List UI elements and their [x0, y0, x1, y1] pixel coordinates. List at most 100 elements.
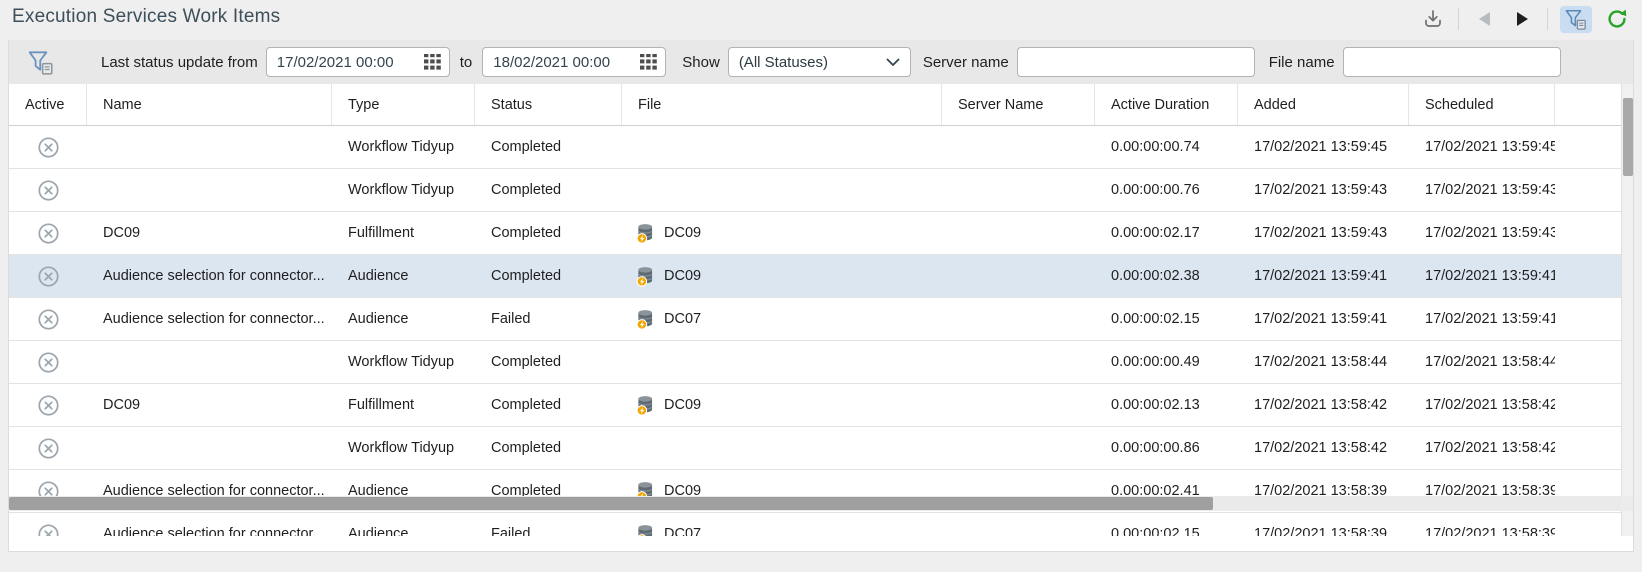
next-page-icon[interactable]: [1509, 6, 1535, 32]
table-row[interactable]: Workflow Tidyup Completed 0.00:00:00.86 …: [9, 427, 1623, 470]
cancel-work-item-icon[interactable]: [37, 351, 60, 374]
file-name-text: DC09: [664, 225, 701, 241]
table-row[interactable]: Audience selection for connector... Audi…: [9, 513, 1623, 536]
column-header-type[interactable]: Type: [332, 84, 475, 125]
refresh-icon[interactable]: [1604, 6, 1630, 32]
active-duration-cell: 0.00:00:00.74: [1095, 126, 1238, 168]
column-header-file[interactable]: File: [622, 84, 942, 125]
active-duration-cell: 0.00:00:02.38: [1095, 255, 1238, 297]
table-row[interactable]: Workflow Tidyup Completed 0.00:00:00.76 …: [9, 169, 1623, 212]
chevron-down-icon: [886, 58, 900, 67]
type-cell: Audience: [332, 298, 475, 340]
table-body: Workflow Tidyup Completed 0.00:00:00.74 …: [9, 126, 1623, 536]
filter-bar: Last status update from 17/02/2021 00:00…: [9, 40, 1633, 84]
table-row[interactable]: Workflow Tidyup Completed 0.00:00:00.49 …: [9, 341, 1623, 384]
file-cell: DC09: [622, 255, 942, 297]
row-filler: [1555, 255, 1623, 297]
scheduled-cell: 17/02/2021 13:58:44: [1409, 341, 1555, 383]
active-duration-cell: 0.00:00:00.86: [1095, 427, 1238, 469]
column-header-scheduled[interactable]: Scheduled: [1409, 84, 1555, 125]
datasource-file-icon: [636, 223, 655, 244]
active-duration-cell: 0.00:00:00.49: [1095, 341, 1238, 383]
file-name-text: DC09: [664, 268, 701, 284]
name-cell: [87, 427, 332, 469]
scheduled-cell: 17/02/2021 13:58:42: [1409, 427, 1555, 469]
datasource-file-icon: [636, 309, 655, 330]
table-header: Active Name Type Status File Server Name…: [9, 84, 1623, 126]
active-cell: [9, 126, 87, 168]
file-name-text: DC09: [664, 397, 701, 413]
name-cell: DC09: [87, 212, 332, 254]
toolbar-divider: [1547, 8, 1548, 30]
cancel-work-item-icon[interactable]: [37, 394, 60, 417]
vertical-scrollbar-thumb[interactable]: [1623, 98, 1633, 176]
file-cell: [622, 126, 942, 168]
added-cell: 17/02/2021 13:58:39: [1238, 513, 1409, 536]
column-header-active-duration[interactable]: Active Duration: [1095, 84, 1238, 125]
active-cell: [9, 341, 87, 383]
datasource-file-icon: [636, 395, 655, 416]
file-name-text: DC07: [664, 526, 701, 536]
filter-toggle-button[interactable]: [1560, 6, 1592, 33]
file-cell: [622, 169, 942, 211]
date-from-input[interactable]: 17/02/2021 00:00: [266, 47, 450, 77]
active-duration-cell: 0.00:00:00.76: [1095, 169, 1238, 211]
status-select[interactable]: (All Statuses): [728, 47, 911, 77]
to-label: to: [460, 54, 473, 71]
active-cell: [9, 513, 87, 536]
table-row[interactable]: DC09 Fulfillment Completed DC09 0.00:00:…: [9, 212, 1623, 255]
horizontal-scrollbar-thumb[interactable]: [9, 497, 1213, 510]
added-cell: 17/02/2021 13:58:44: [1238, 341, 1409, 383]
active-duration-cell: 0.00:00:02.17: [1095, 212, 1238, 254]
column-header-server-name[interactable]: Server Name: [942, 84, 1095, 125]
left-triangle-icon: [1479, 12, 1490, 26]
table-row[interactable]: Workflow Tidyup Completed 0.00:00:00.74 …: [9, 126, 1623, 169]
file-cell: [622, 427, 942, 469]
cancel-work-item-icon[interactable]: [37, 523, 60, 537]
cancel-work-item-icon[interactable]: [37, 437, 60, 460]
cancel-work-item-icon[interactable]: [37, 308, 60, 331]
row-filler: [1555, 427, 1623, 469]
active-cell: [9, 255, 87, 297]
cancel-work-item-icon[interactable]: [37, 136, 60, 159]
previous-page-icon[interactable]: [1471, 6, 1497, 32]
table-row[interactable]: Audience selection for connector... Audi…: [9, 255, 1623, 298]
file-cell: DC09: [622, 212, 942, 254]
added-cell: 17/02/2021 13:59:45: [1238, 126, 1409, 168]
table-row[interactable]: DC09 Fulfillment Completed DC09 0.00:00:…: [9, 384, 1623, 427]
file-cell: DC07: [622, 298, 942, 340]
active-duration-cell: 0.00:00:02.15: [1095, 513, 1238, 536]
active-duration-cell: 0.00:00:02.13: [1095, 384, 1238, 426]
date-to-input[interactable]: 18/02/2021 00:00: [482, 47, 666, 77]
horizontal-scrollbar[interactable]: [9, 496, 1623, 511]
cancel-work-item-icon[interactable]: [37, 265, 60, 288]
file-cell: DC09: [622, 384, 942, 426]
name-cell: [87, 341, 332, 383]
column-header-active[interactable]: Active: [9, 84, 87, 125]
column-header-status[interactable]: Status: [475, 84, 622, 125]
calendar-picker-icon[interactable]: [640, 54, 657, 70]
column-header-name[interactable]: Name: [87, 84, 332, 125]
type-cell: Workflow Tidyup: [332, 341, 475, 383]
vertical-scrollbar[interactable]: [1621, 84, 1633, 536]
server-name-cell: [942, 341, 1095, 383]
calendar-picker-icon[interactable]: [424, 54, 441, 70]
cancel-work-item-icon[interactable]: [37, 179, 60, 202]
server-name-input[interactable]: [1017, 47, 1255, 77]
date-from-value: 17/02/2021 00:00: [277, 54, 394, 71]
table-row[interactable]: Audience selection for connector... Audi…: [9, 298, 1623, 341]
row-filler: [1555, 513, 1623, 536]
cancel-work-item-icon[interactable]: [37, 222, 60, 245]
active-cell: [9, 212, 87, 254]
file-name-input[interactable]: [1343, 47, 1561, 77]
scrollbar-corner: [1621, 496, 1633, 511]
date-to-value: 18/02/2021 00:00: [493, 54, 610, 71]
column-header-added[interactable]: Added: [1238, 84, 1409, 125]
row-filler: [1555, 169, 1623, 211]
added-cell: 17/02/2021 13:59:41: [1238, 255, 1409, 297]
scheduled-cell: 17/02/2021 13:59:41: [1409, 298, 1555, 340]
filter-icon: [27, 49, 55, 75]
file-name-text: DC07: [664, 311, 701, 327]
export-download-icon[interactable]: [1420, 6, 1446, 32]
added-cell: 17/02/2021 13:59:43: [1238, 169, 1409, 211]
